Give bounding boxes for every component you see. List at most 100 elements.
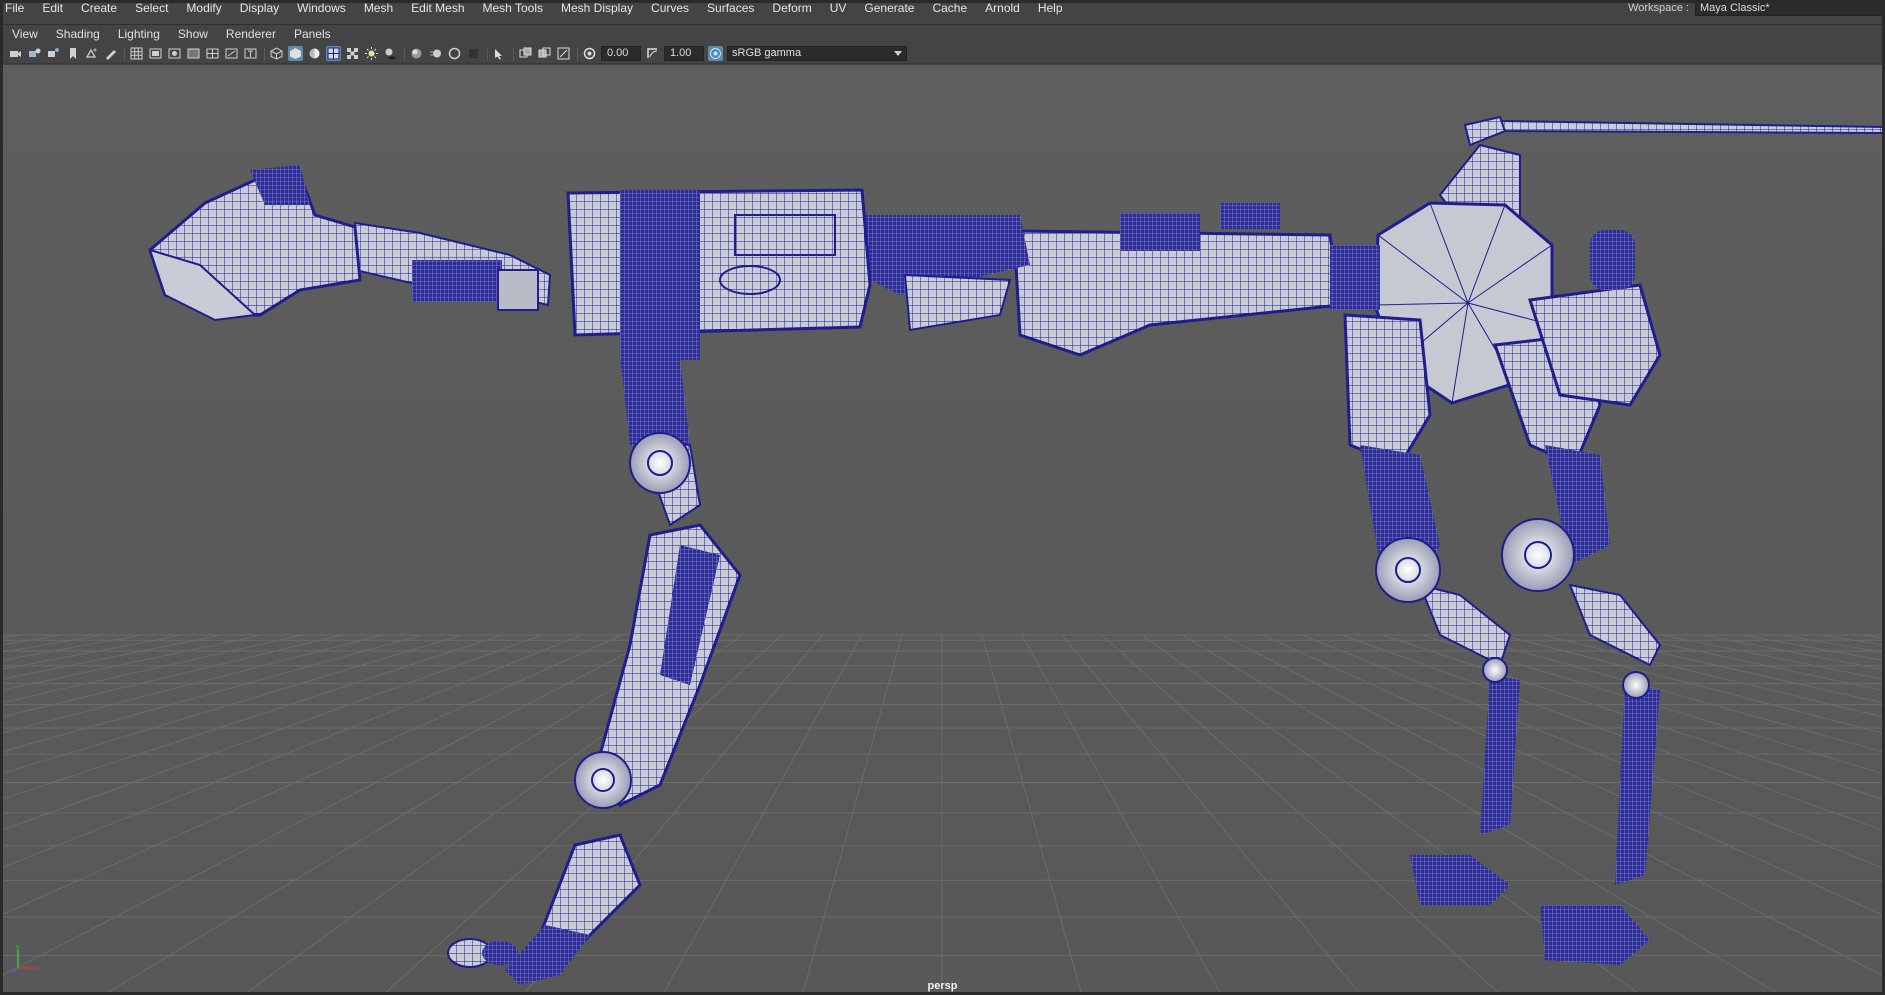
depth-of-field-icon[interactable] [466, 46, 481, 61]
maya-window: File Edit Create Select Modify Display Windows… [0, 0, 1885, 995]
grid-line [1101, 634, 1502, 995]
field-chart-icon[interactable] [205, 46, 220, 61]
scene-render [0, 115, 1885, 995]
grid-line [1661, 634, 1885, 681]
robot-torso [566, 188, 1380, 360]
motion-blur-icon[interactable] [428, 46, 443, 61]
grid-line [1061, 634, 1362, 995]
2d-pan-zoom-icon[interactable] [84, 46, 99, 61]
menu-surfaces[interactable]: Surfaces [698, 1, 763, 15]
grid-line [0, 634, 183, 671]
film-gate-icon[interactable] [148, 46, 163, 61]
toolbar-separator [487, 46, 488, 61]
resolution-gate-icon[interactable] [167, 46, 182, 61]
grid-line [0, 634, 583, 869]
shadows-icon[interactable] [383, 46, 398, 61]
bookmark-icon[interactable] [46, 46, 61, 61]
safe-action-icon[interactable] [224, 46, 239, 61]
grid-line [1021, 634, 1223, 995]
grid-line [0, 634, 503, 801]
xray-icon[interactable] [518, 46, 533, 61]
menu-mesh[interactable]: Mesh [355, 1, 402, 15]
grease-pencil-icon[interactable] [103, 46, 118, 61]
panel-toolbar: 0.00 1.00 sRGB gamma [0, 44, 1885, 64]
workspace-selector: Workspace : Maya Classic* [1628, 0, 1885, 16]
toolbar-separator [577, 46, 578, 61]
toolbar-separator [513, 46, 514, 61]
menu-edit[interactable]: Edit [33, 1, 72, 15]
textured-icon[interactable] [345, 46, 360, 61]
axis-gizmo: x y [12, 944, 39, 973]
menu-arnold[interactable]: Arnold [976, 1, 1029, 15]
robot-tail [1463, 115, 1885, 147]
smooth-shade-icon[interactable] [288, 46, 303, 61]
camera-icon[interactable] [8, 46, 23, 61]
image-plane-icon[interactable] [65, 46, 80, 61]
panel-menu-renderer[interactable]: Renderer [217, 26, 285, 42]
default-material-icon[interactable] [307, 46, 322, 61]
menu-windows[interactable]: Windows [288, 1, 355, 15]
grid-line [1741, 634, 1885, 662]
menu-deform[interactable]: Deform [763, 1, 820, 15]
menu-cache[interactable]: Cache [923, 1, 976, 15]
grid-line [0, 634, 223, 681]
workspace-dropdown[interactable]: Maya Classic* [1695, 0, 1885, 16]
grid-line [0, 634, 23, 639]
menu-select[interactable]: Select [126, 1, 177, 15]
wireframe-on-shaded-icon[interactable] [326, 46, 341, 61]
menu-file[interactable]: File [0, 1, 33, 15]
safe-title-icon[interactable] [243, 46, 258, 61]
gamma-icon[interactable] [645, 46, 660, 61]
toolbar-separator [124, 46, 125, 61]
toolbar-separator [264, 46, 265, 61]
exposure-field[interactable]: 0.00 [601, 46, 641, 61]
color-space-value: sRGB gamma [732, 47, 802, 59]
gate-mask-icon[interactable] [186, 46, 201, 61]
toolbar-separator [404, 46, 405, 61]
gamma-field[interactable]: 1.00 [664, 46, 704, 61]
grid-line [981, 634, 1083, 995]
panel-menu-view[interactable]: View [0, 26, 47, 42]
svg-text:x: x [35, 966, 39, 973]
exposure-icon[interactable] [582, 46, 597, 61]
grid-line [1781, 634, 1885, 654]
menu-mesh-display[interactable]: Mesh Display [552, 1, 642, 15]
anti-aliasing-icon[interactable] [447, 46, 462, 61]
grid-line [0, 634, 303, 704]
use-all-lights-icon[interactable] [364, 46, 379, 61]
camera-attributes-icon[interactable] [27, 46, 42, 61]
workspace-value: Maya Classic* [1700, 1, 1770, 14]
menu-edit-mesh[interactable]: Edit Mesh [402, 1, 473, 15]
grid-line [102, 634, 703, 995]
xray-joints-icon[interactable] [556, 46, 571, 61]
panel-menu-lighting[interactable]: Lighting [109, 26, 169, 42]
grid-line [801, 634, 903, 995]
xray-active-icon[interactable] [537, 46, 552, 61]
grid-icon[interactable] [129, 46, 144, 61]
grid-line [0, 634, 103, 654]
color-space-dropdown[interactable]: sRGB gamma [727, 46, 907, 61]
panel-menu-shading[interactable]: Shading [47, 26, 109, 42]
wireframe-icon[interactable] [269, 46, 284, 61]
menu-mesh-tools[interactable]: Mesh Tools [474, 1, 552, 15]
panel-menu-panels[interactable]: Panels [285, 26, 340, 42]
menu-display[interactable]: Display [231, 1, 288, 15]
color-management-icon[interactable] [708, 46, 723, 61]
menu-help[interactable]: Help [1029, 1, 1072, 15]
panel-menu-bar: View Shading Lighting Show Renderer Panels [0, 25, 1885, 43]
workspace-label: Workspace : [1628, 2, 1689, 14]
viewport-3d-scene[interactable]: x y persp [0, 65, 1885, 995]
menu-generate[interactable]: Generate [855, 1, 923, 15]
grid-line [1861, 634, 1885, 640]
menu-uv[interactable]: UV [821, 1, 856, 15]
menu-create[interactable]: Create [72, 1, 126, 15]
panel-menu-show[interactable]: Show [169, 26, 217, 42]
screen-space-ao-icon[interactable] [409, 46, 424, 61]
menu-modify[interactable]: Modify [177, 1, 230, 15]
camera-name-label: persp [927, 980, 958, 992]
menu-curves[interactable]: Curves [642, 1, 698, 15]
grid-line [0, 634, 383, 735]
perspective-viewport-panel: View Shading Lighting Show Renderer Panels [0, 24, 1885, 995]
grid-line [0, 634, 623, 917]
isolate-select-icon[interactable] [492, 46, 507, 61]
